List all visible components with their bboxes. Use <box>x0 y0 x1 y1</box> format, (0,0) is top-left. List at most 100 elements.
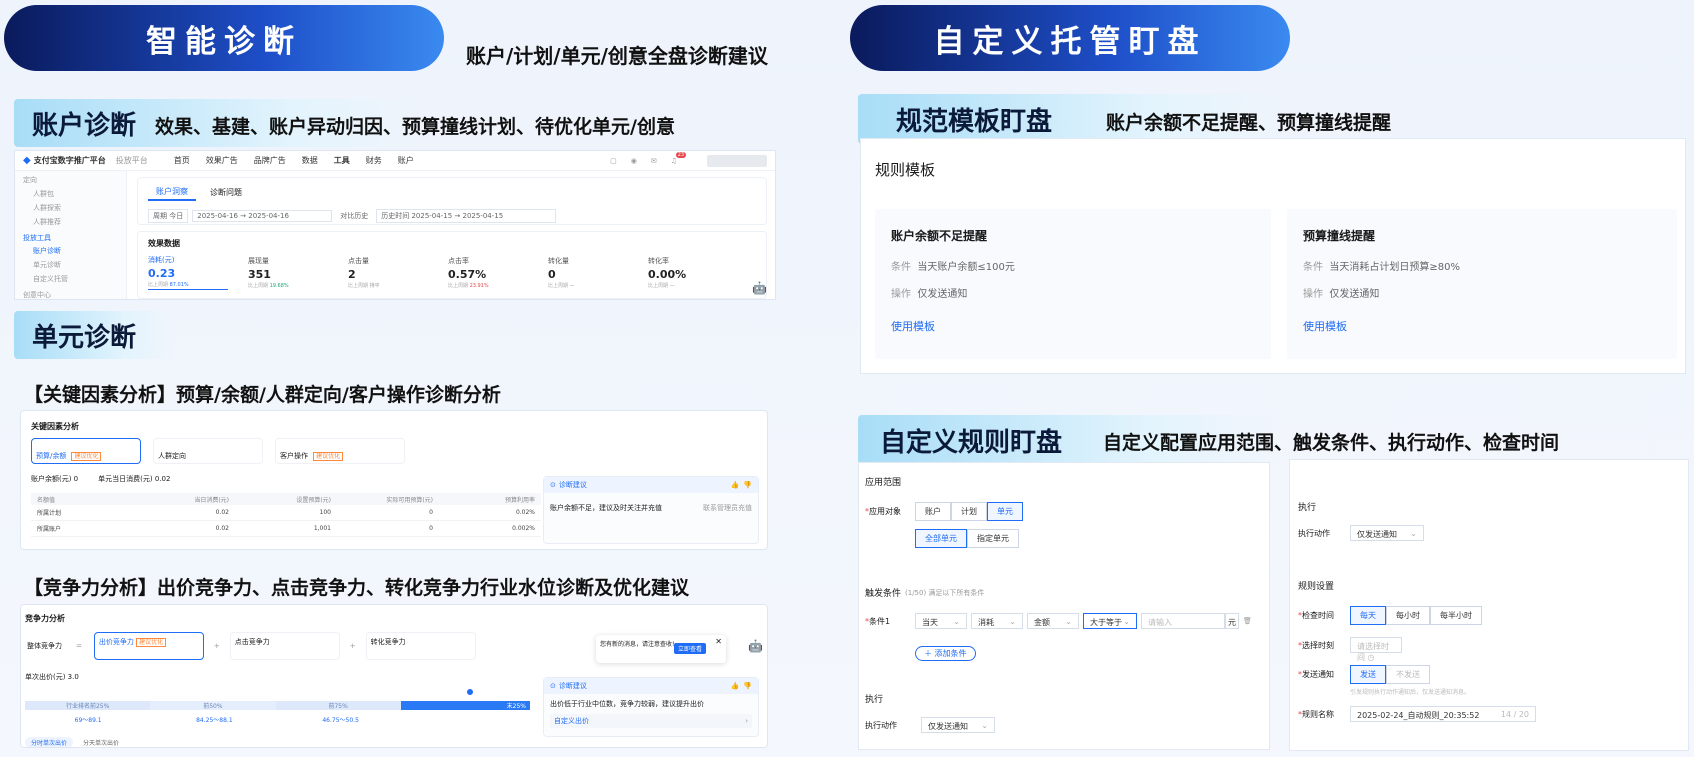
nav-effect-ads[interactable]: 效果广告 <box>206 155 238 166</box>
sidebar-item-targeting[interactable]: 定向 <box>15 171 126 185</box>
target-unit-button[interactable]: 单元 <box>987 502 1023 521</box>
history-range-picker[interactable]: 历史时间 2025-04-15 → 2025-04-15 <box>376 209 557 223</box>
sidebar: 定向 人群包 人群探索 人群推荐 投放工具 账户诊断 单元诊断 自定义托管 创意… <box>15 171 127 299</box>
sidebar-item-creative-center[interactable]: 创意中心 <box>15 284 126 299</box>
period-select[interactable]: 周期 今日 <box>148 209 189 223</box>
tab-diagnosis-issues[interactable]: 诊断问题 <box>202 185 250 200</box>
check-half-hour-button[interactable]: 每半小时 <box>1430 606 1482 625</box>
nav-tools[interactable]: 工具 <box>334 155 350 166</box>
metric-item[interactable]: 展现量 351 比上周期 19.68% <box>248 256 348 289</box>
target-account-button[interactable]: 账户 <box>915 502 951 521</box>
target-plan-button[interactable]: 计划 <box>951 502 987 521</box>
sidebar-item-crowd-explore[interactable]: 人群探索 <box>15 199 126 213</box>
condition-metric-select[interactable]: 消耗 ⌄ <box>971 613 1023 629</box>
metric-item[interactable]: 转化率 0.00% 比上周期 — <box>648 256 748 289</box>
exec-action-label: 执行动作 <box>1298 528 1330 538</box>
bell-icon[interactable]: ♫ 23 <box>671 151 687 165</box>
optimize-badge: 建议优化 <box>71 452 102 461</box>
all-units-button[interactable]: 全部单元 <box>915 529 967 548</box>
specified-units-button[interactable]: 指定单元 <box>967 529 1019 548</box>
bid-competition-card[interactable]: 出价竞争力 建议优化 <box>93 632 204 660</box>
tab-hourly-bid[interactable]: 分时单次出价 <box>25 737 74 747</box>
thumbs-down-icon[interactable]: 👎 <box>743 682 752 690</box>
tab-account-insight[interactable]: 账户洞察 <box>148 184 196 201</box>
metric-delta: — <box>669 283 675 289</box>
settings-title: 规则设置 <box>1298 582 1335 592</box>
rule-name-label: 规则名称 <box>1302 709 1334 719</box>
competition-title: 竞争力分析 <box>25 614 65 623</box>
date-range-picker[interactable]: 2025-04-16 → 2025-04-16 <box>192 210 333 222</box>
compare-history-label[interactable]: 对比历史 <box>340 211 368 221</box>
key-factor-title: 关键因素分析 <box>31 422 79 431</box>
eye-icon[interactable]: ◉ <box>631 157 637 165</box>
custom-bid-link[interactable]: 自定义出价 <box>554 716 589 726</box>
metric-hint: 比上周期 <box>648 283 669 289</box>
factor-card-ops[interactable]: 客户操作 建议优化 <box>275 438 405 464</box>
conversion-competition-card[interactable]: 转化竞争力 <box>365 632 476 660</box>
metric-value: 2 <box>348 268 356 281</box>
use-template-link[interactable]: 使用模板 <box>891 318 1255 334</box>
thumbs-down-icon[interactable]: 👎 <box>743 481 752 489</box>
rule-name-input[interactable]: 2025-02-24_自动规则_20:35:52 14 / 20 <box>1350 706 1536 722</box>
chevron-right-icon[interactable]: › <box>745 717 748 725</box>
robot-assistant-icon[interactable]: 🤖 <box>752 281 767 295</box>
metric-value: 0.57% <box>448 268 487 281</box>
use-template-link[interactable]: 使用模板 <box>1303 318 1661 334</box>
nav-brand-ads[interactable]: 品牌广告 <box>254 155 286 166</box>
exec-action-select[interactable]: 仅发送通知 ⌄ <box>1350 525 1424 541</box>
thumbs-up-icon[interactable]: 👍 <box>731 682 740 690</box>
current-bid-marker <box>467 689 473 695</box>
contact-admin-link[interactable]: 联系管理员充值 <box>703 503 752 513</box>
notify-send-button[interactable]: 发送 <box>1350 665 1386 684</box>
condition-type-select[interactable]: 金额 ⌄ <box>1027 613 1079 629</box>
notify-dont-send-button[interactable]: 不发送 <box>1386 665 1430 684</box>
message-icon[interactable]: ▢ <box>610 157 617 165</box>
metric-item[interactable]: 消耗(元) 0.23 比上周期 87.01% <box>148 255 248 290</box>
notify-label: 发送通知 <box>1302 670 1334 679</box>
nav-account[interactable]: 账户 <box>398 155 414 166</box>
metric-item[interactable]: 转化量 0 比上周期 — <box>548 256 648 289</box>
condition-operator-select[interactable]: 大于等于 ⌄ <box>1083 613 1137 629</box>
check-daily-button[interactable]: 每天 <box>1350 606 1386 625</box>
factor-card-crowd[interactable]: 人群定向 <box>153 438 263 464</box>
add-condition-button[interactable]: ＋ 添加条件 <box>915 646 976 661</box>
click-competition-card[interactable]: 点击竞争力 <box>229 632 340 660</box>
nav-finance[interactable]: 财务 <box>366 155 382 166</box>
delete-icon[interactable]: 🗑 <box>1243 617 1252 625</box>
view-now-button[interactable]: 立即查看 <box>673 643 706 654</box>
nav-data[interactable]: 数据 <box>302 155 318 166</box>
yuan-unit: 元 <box>1225 613 1239 629</box>
condition-time-select[interactable]: 当天 ⌄ <box>915 613 967 629</box>
sidebar-item-unit-diagnosis[interactable]: 单元诊断 <box>15 256 126 270</box>
sidebar-item-custom-hosting[interactable]: 自定义托管 <box>15 270 126 284</box>
account-diagnosis-screenshot: ◆ 支付宝数字推广平台 投放平台 首页 效果广告 品牌广告 数据 工具 财务 账… <box>14 150 776 300</box>
platform-label: 投放平台 <box>115 156 148 165</box>
metric-value: 351 <box>248 268 271 281</box>
thumbs-up-icon[interactable]: 👍 <box>731 481 740 489</box>
select-time-label: 选择时刻 <box>1302 640 1334 650</box>
sidebar-item-crowd-pack[interactable]: 人群包 <box>15 185 126 199</box>
close-icon[interactable]: ✕ <box>715 637 722 646</box>
sidebar-item-crowd-recommend[interactable]: 人群推荐 <box>15 213 126 227</box>
metric-value: 0.00% <box>648 268 687 281</box>
key-factor-heading: 【关键因素分析】预算/余额/人群定向/客户操作诊断分析 <box>24 384 501 406</box>
nav-home[interactable]: 首页 <box>174 155 190 166</box>
condition-value-input[interactable]: 请输入 <box>1141 613 1225 629</box>
metric-item[interactable]: 点击量 2 比上周期 持平 <box>348 256 448 289</box>
tab-daily-bid[interactable]: 分天单次出价 <box>77 737 125 747</box>
time-picker[interactable]: 请选择时间 ◷ <box>1350 637 1402 662</box>
notify-hint: 引发规则执行动作通知后，仅发送通知消息。 <box>1350 689 1471 696</box>
user-avatar[interactable] <box>707 154 767 167</box>
sidebar-item-account-diagnosis[interactable]: 账户诊断 <box>15 243 126 256</box>
check-hourly-button[interactable]: 每小时 <box>1386 606 1430 625</box>
optimize-badge: 建议优化 <box>136 638 167 647</box>
table-cell: 1,001 <box>313 525 331 532</box>
sidebar-item-tools[interactable]: 投放工具 <box>15 227 126 243</box>
exec-action-select[interactable]: 仅发送通知 ⌄ <box>921 717 995 733</box>
factor-card-budget[interactable]: 预算/余额 建议优化 <box>31 438 141 464</box>
rule-template-panel: 规则模板 账户余额不足提醒 条件 当天账户余额≤100元 操作 仅发送通知 使用… <box>860 138 1686 374</box>
robot-assistant-icon[interactable]: 🤖 <box>748 639 763 653</box>
suggest-text: 账户余额不足，建议及时关注并充值 <box>550 504 662 512</box>
mail-icon[interactable]: ✉ <box>651 157 657 165</box>
metric-item[interactable]: 点击率 0.57% 比上周期 23.91% <box>448 256 548 289</box>
